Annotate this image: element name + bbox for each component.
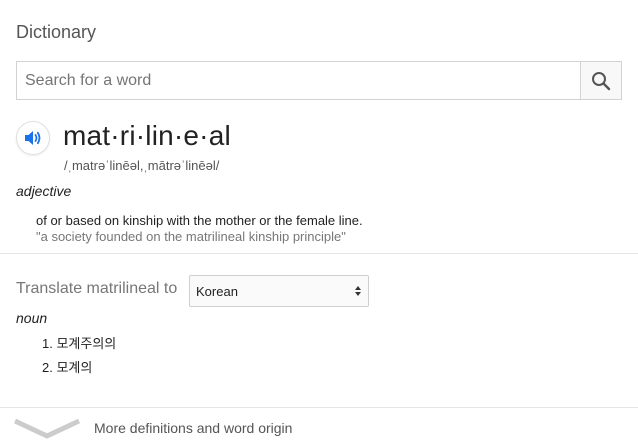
part-of-speech: adjective [16, 183, 72, 199]
speaker-icon [25, 131, 41, 145]
search-input[interactable] [17, 62, 580, 99]
translation-item: 1. 모계주의의 [42, 336, 117, 351]
pronunciation: /ˌmatrəˈlinēəl,ˌmātrəˈlinēəl/ [64, 158, 220, 173]
search-icon [592, 71, 611, 90]
search-button[interactable] [580, 62, 621, 99]
chevron-down-icon [14, 418, 80, 439]
card-title: Dictionary [16, 22, 97, 42]
headword: mat·ri·lin·e·al [63, 120, 231, 151]
select-arrows-icon [355, 286, 361, 296]
more-definitions-label: More definitions and word origin [94, 420, 293, 436]
more-definitions-link[interactable]: More definitions and word origin [0, 408, 638, 448]
definition: of or based on kinship with the mother o… [36, 213, 363, 228]
search-box [16, 61, 622, 100]
translate-label: Translate matrilineal to [16, 280, 178, 297]
translation-part-of-speech: noun [16, 310, 48, 326]
translation-list: 1. 모계주의의 2. 모계의 [42, 336, 116, 384]
translation-item: 2. 모계의 [42, 360, 93, 375]
usage-example: "a society founded on the matrilineal ki… [36, 229, 346, 244]
dictionary-card: Dictionary mat·ri·lin·e·al /ˌmatrəˈlinēə… [0, 0, 638, 448]
language-select[interactable]: Korean [189, 275, 369, 307]
pronounce-button[interactable] [16, 121, 50, 155]
section-divider [0, 253, 638, 254]
language-select-value: Korean [196, 283, 238, 299]
